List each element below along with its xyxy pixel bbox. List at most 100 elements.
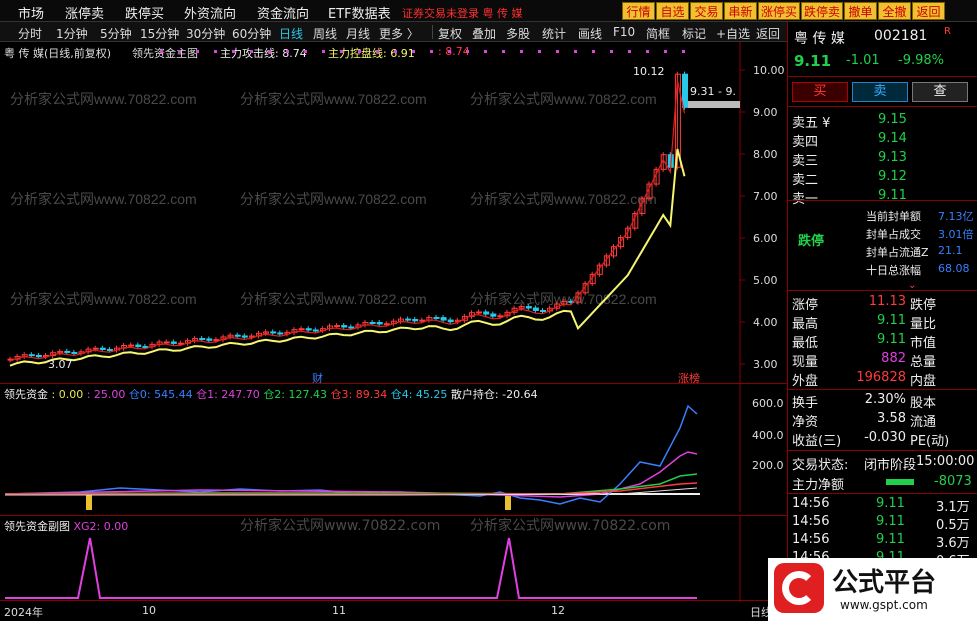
sell-button[interactable]: 卖	[852, 82, 908, 102]
stat-label-2: 内盘	[910, 374, 937, 389]
signal-dot	[304, 50, 307, 53]
signal-dot	[664, 50, 667, 53]
act-f10[interactable]: F10	[613, 25, 635, 39]
btn-cancel[interactable]: 撤单	[844, 2, 877, 20]
top-menubar: 市场 涨停卖 跌停买 外资流向 资金流向 ETF数据表 证券交易未登录 粤 传 …	[0, 0, 977, 22]
tf-1min[interactable]: 1分钟	[56, 25, 88, 42]
act-draw[interactable]: 画线	[578, 25, 602, 42]
candle-body	[312, 329, 319, 332]
candle-body	[447, 319, 454, 323]
tf-daily[interactable]: 日线	[279, 25, 303, 42]
candle-body	[234, 334, 241, 337]
candle-body	[532, 307, 539, 311]
stat-label: 最低	[792, 336, 819, 351]
watermark-text: 分析家公式网www.70822.com	[10, 191, 197, 207]
book-level-label: 卖一	[792, 192, 819, 207]
tf-intraday[interactable]: 分时	[18, 25, 42, 42]
btn-watchlist[interactable]: 自选	[656, 2, 689, 20]
tf-monthly[interactable]: 月线	[346, 25, 370, 42]
purple-dots	[160, 50, 685, 53]
act-mark[interactable]: 标记	[682, 25, 706, 42]
signal-dot	[178, 50, 181, 53]
stat2-value: 3.58	[877, 411, 906, 426]
book-level-price: 9.13	[878, 150, 907, 165]
limit-row-value: 68.08	[938, 262, 970, 275]
act-frame[interactable]: 简框	[646, 25, 670, 42]
btn-trade[interactable]: 交易	[690, 2, 723, 20]
menu-limit-up-sell[interactable]: 涨停卖	[65, 3, 104, 22]
btn-cancel-all[interactable]: 全撤	[878, 2, 911, 20]
stock-change: -1.01	[846, 53, 880, 68]
candle-body	[348, 326, 355, 329]
indicator-pane-2[interactable]: 领先资金副图 XG2: 0.00 分析家公式网www.70822.com 分析家…	[0, 515, 787, 602]
candle-body	[92, 347, 99, 350]
logo-text: 公式平台	[832, 568, 937, 598]
btn-limit-down-sell[interactable]: 跌停卖	[801, 2, 843, 20]
stat-label-2: 量比	[910, 317, 937, 332]
btn-quote[interactable]: 行情	[622, 2, 655, 20]
book-level-label: 卖五 ¥	[792, 116, 831, 131]
tf-60min[interactable]: 60分钟	[232, 25, 271, 42]
act-multi[interactable]: 多股	[506, 25, 530, 42]
btn-limit-up-buy[interactable]: 涨停买	[758, 2, 800, 20]
sub1-tick: 200.0	[752, 459, 784, 472]
candle-body	[412, 318, 419, 322]
menu-market[interactable]: 市场	[18, 3, 44, 22]
sub1-tick: 600.0	[752, 397, 784, 410]
status-label: 交易状态:	[792, 458, 849, 473]
candle-body	[170, 341, 177, 344]
tf-5min[interactable]: 5分钟	[100, 25, 132, 42]
watermark-text: 分析家公式网www.70822.com	[240, 91, 427, 107]
tf-15min[interactable]: 15分钟	[140, 25, 179, 42]
stock-name: 粤 传 媒	[794, 31, 845, 47]
btn-new[interactable]: 串新	[724, 2, 757, 20]
tick-volume: 0.5万	[936, 518, 970, 533]
tf-30min[interactable]: 30分钟	[186, 25, 225, 42]
signal-dot	[376, 50, 379, 53]
tick-time: 14:56	[792, 514, 830, 529]
tick-volume: 3.6万	[936, 536, 970, 551]
stat2-value: 2.30%	[864, 392, 906, 407]
menu-capital-flow[interactable]: 资金流向	[257, 3, 309, 22]
act-adjust[interactable]: 复权	[438, 25, 462, 42]
candle-body	[305, 328, 312, 331]
tf-weekly[interactable]: 周线	[313, 25, 337, 42]
stat-label: 外盘	[792, 374, 819, 389]
tf-more[interactable]: 更多 〉	[379, 25, 419, 42]
act-add-watch[interactable]: +自选	[716, 25, 750, 42]
logo-icon	[774, 563, 824, 613]
buy-button[interactable]: 买	[792, 82, 848, 102]
tick-price: 9.11	[876, 514, 905, 529]
menu-etf-data[interactable]: ETF数据表	[328, 3, 391, 22]
stock-price: 9.11	[794, 52, 832, 70]
stat-label-2: 总量	[910, 355, 937, 370]
stat2-label: 收益(三)	[792, 434, 842, 449]
stat-value: 9.11	[877, 313, 906, 328]
candle-body	[483, 311, 490, 315]
signal-dot	[214, 50, 217, 53]
price-plot: 分析家公式网www.70822.com 分析家公式网www.70822.com …	[7, 42, 785, 387]
signal-dot	[232, 50, 235, 53]
r-badge: R	[944, 26, 951, 37]
signal-dot	[466, 50, 469, 53]
query-button[interactable]: 查	[912, 82, 968, 102]
limit-tag: 跌停	[798, 234, 825, 249]
main-kline-chart[interactable]: 粤 传 媒(日线,前复权) 领先资金主图 主力攻击线: 8.74 主力控盘线: …	[0, 42, 787, 387]
signal-dot	[250, 50, 253, 53]
watermark-text: 分析家公式网www.70822.com	[240, 291, 427, 307]
stat2-label-2: PE(动)	[910, 434, 950, 449]
net-bar	[886, 479, 914, 485]
indicator-pane-1[interactable]: 领先资金 : 0.00 : 25.00 仓0: 545.44 仓1: 247.7…	[0, 383, 787, 512]
act-stats[interactable]: 统计	[542, 25, 566, 42]
candle-body	[383, 323, 390, 326]
signal-dot	[502, 50, 505, 53]
date-axis: 2024年 10 11 12 日线	[0, 600, 787, 621]
divider	[432, 25, 433, 39]
candle-body	[334, 325, 341, 328]
act-overlay[interactable]: 叠加	[472, 25, 496, 42]
menu-foreign-flow[interactable]: 外资流向	[184, 3, 236, 22]
btn-back[interactable]: 返回	[912, 2, 945, 20]
stat2-label: 净资	[792, 415, 819, 430]
act-back[interactable]: 返回	[756, 25, 780, 42]
menu-limit-down-buy[interactable]: 跌停买	[125, 3, 164, 22]
